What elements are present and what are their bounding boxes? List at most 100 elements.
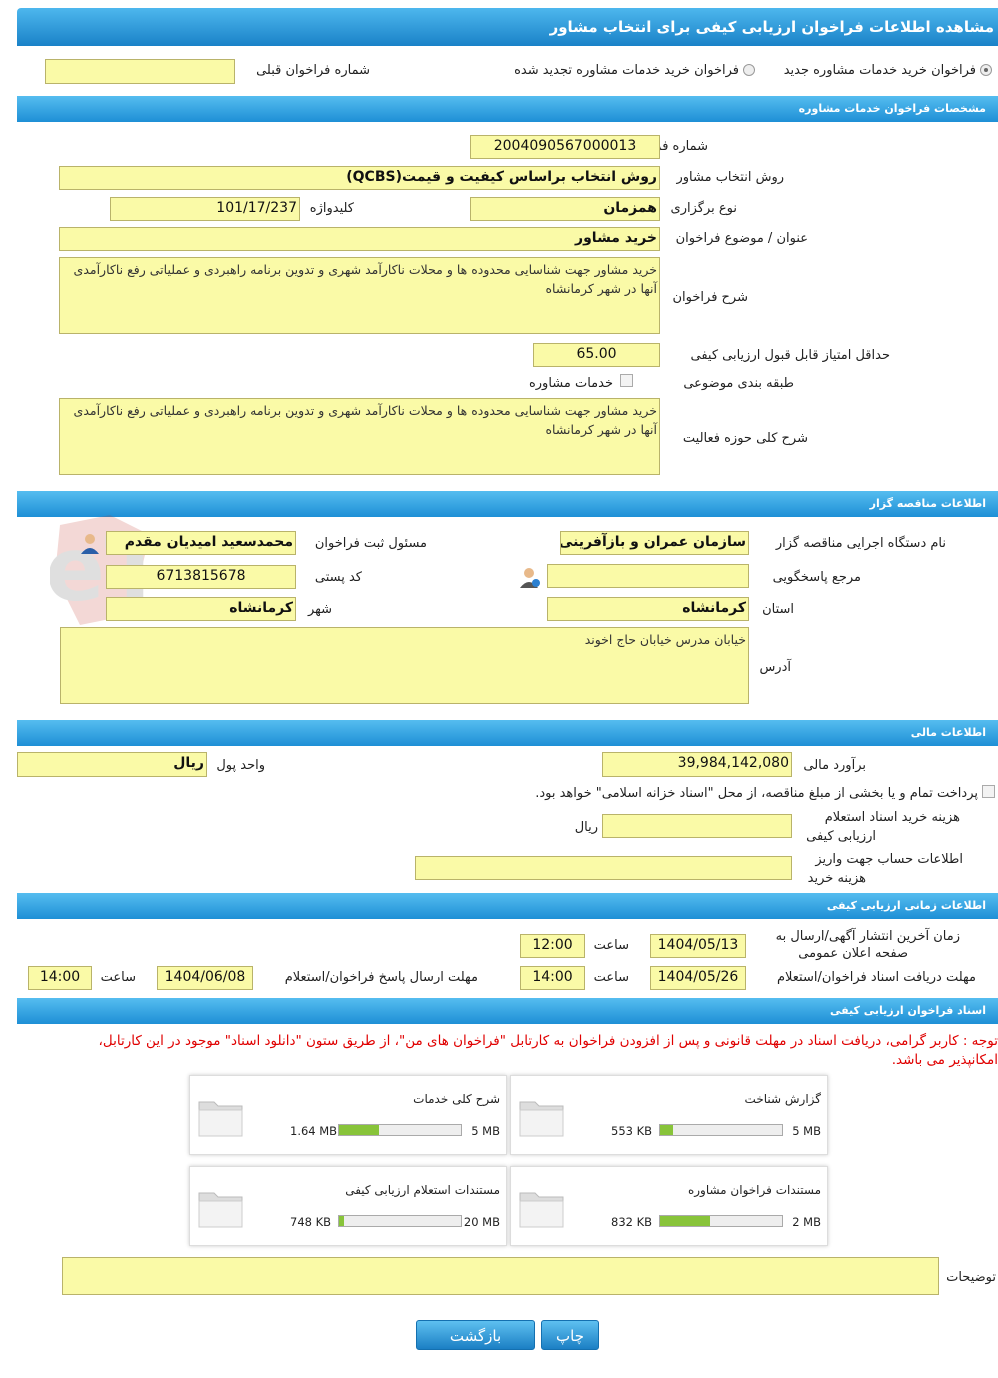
prev-number-label: شماره فراخوان قبلی [256,63,370,78]
min-score-field: 65.00 [533,343,660,367]
radio-new[interactable] [980,64,992,76]
treasury-text: پرداخت تمام و یا بخشی از مبلغ مناقصه، از… [535,786,978,801]
province-label: استان [762,602,794,617]
comments-field [62,1257,939,1295]
currency-field: ریال [17,752,207,777]
description-field: خرید مشاور جهت شناسایی محدوده ها و محلات… [59,257,660,334]
subject-field: خرید مشاور [59,227,660,251]
send-date-field: 1404/06/08 [157,966,253,990]
city-field: کرمانشاه [106,597,296,621]
doc-progress [659,1124,783,1136]
account-label-line1: اطلاعات حساب جهت واریز [815,852,963,867]
address-label: آدرس [759,660,791,675]
doc-size: 553 KB [611,1124,653,1138]
publish-label-line1: زمان آخرین انتشار آگهی/ارسال به [775,929,960,944]
account-label-line2: هزینه خرید [807,871,866,886]
section-timing: اطلاعات زمانی ارزیابی کیفی [17,893,998,919]
send-time-field: 14:00 [28,966,92,990]
account-field [415,856,792,880]
fee-label-line2: ارزیابی کیفی [806,829,876,844]
treasury-checkbox[interactable] [982,785,995,798]
category-value: خدمات مشاوره [528,376,613,391]
doc-title: شرح کلی خدمات [413,1092,500,1106]
folder-icon [198,1101,243,1137]
subject-label: عنوان / موضوع فراخوان [675,231,808,246]
receive-time-field: 14:00 [520,966,585,990]
doc-card-consulting[interactable]: مستندات فراخوان مشاوره 832 KB 2 MB [510,1166,828,1246]
radio-renewed-label: فراخوان خرید خدمات مشاوره تجدید شده [514,63,739,78]
radio-renewed[interactable] [743,64,755,76]
doc-title: مستندات استعلام ارزیابی کیفی [345,1183,500,1197]
folder-icon [519,1192,564,1228]
doc-max-size: 20 MB [463,1215,500,1229]
doc-progress [338,1215,462,1227]
section-documents: اسناد فراخوان ارزیابی کیفی [17,998,998,1024]
receive-label: مهلت دریافت اسناد فراخوان/استعلام [776,970,976,985]
org-field: سازمان عمران و بازآفرینی ش [560,531,749,555]
fee-field [602,814,792,838]
type-label: نوع برگزاری [670,201,737,216]
doc-title: گزارش شناخت [744,1092,821,1106]
doc-progress [338,1124,462,1136]
province-field: کرمانشاه [547,597,749,621]
send-label: مهلت ارسال پاسخ فراخوان/استعلام [284,970,478,985]
responsible-field: محمدسعید امیدیان مقدم [106,531,296,555]
keyword-label: کلیدواژه [309,201,354,216]
currency-label: واحد پول [216,758,265,773]
publish-time-field: 12:00 [520,934,585,958]
city-label: شهر [307,602,332,617]
doc-max-size: 2 MB [792,1215,821,1229]
publish-time-label: ساعت [593,938,629,953]
doc-max-size: 5 MB [792,1124,821,1138]
doc-size: 1.64 MB [290,1124,338,1138]
notice-line2: امکانپذیر می باشد. [891,1052,998,1068]
print-button[interactable]: چاپ [541,1320,599,1350]
category-checkbox[interactable] [620,374,633,387]
doc-card-services[interactable]: شرح کلی خدمات 1.64 MB 5 MB [189,1075,507,1155]
reference-label: مرجع پاسخگویی [772,570,861,585]
folder-icon [519,1101,564,1137]
send-time-label: ساعت [100,970,136,985]
description-label: شرح فراخوان [672,290,749,305]
receive-time-label: ساعت [593,970,629,985]
category-label: طبقه بندی موضوعی [683,376,794,391]
min-score-label: حداقل امتیاز قابل قبول ارزیابی کیفی [690,348,890,363]
doc-title: مستندات فراخوان مشاوره [687,1183,821,1197]
fee-unit: ریال [574,820,598,835]
fee-label-line1: هزینه خرید اسناد استعلام [824,810,960,825]
notice-line1: توجه : کاربر گرامی، دریافت اسناد در مهلت… [98,1033,998,1049]
folder-icon [198,1192,243,1228]
org-label: نام دستگاه اجرایی مناقصه گزار [775,536,946,551]
estimate-field: 39,984,142,080 [602,752,792,777]
scope-field: خرید مشاور جهت شناسایی محدوده ها و محلات… [59,398,660,475]
method-label: روش انتخاب مشاور [676,170,784,185]
publish-date-field: 1404/05/13 [650,934,746,958]
keyword-field: 101/17/237 [110,197,300,221]
method-field: روش انتخاب براساس کیفیت و قیمت(QCBS) [59,166,660,190]
doc-size: 832 KB [611,1215,653,1229]
estimate-label: برآورد مالی [803,758,866,773]
type-field: همزمان [470,197,660,221]
responsible-label: مسئول ثبت فراخوان [314,536,427,551]
user-info-icon[interactable] [519,566,541,588]
reference-field [547,564,749,588]
doc-size: 748 KB [290,1215,332,1229]
doc-max-size: 5 MB [471,1124,500,1138]
address-field: خیابان مدرس خیابان حاج اخوند [60,627,749,704]
doc-card-inquiry[interactable]: مستندات استعلام ارزیابی کیفی 748 KB 20 M… [189,1166,507,1246]
radio-new-label: فراخوان خرید خدمات مشاوره جدید [783,63,976,78]
scope-label: شرح کلی حوزه فعالیت [682,431,808,446]
back-button[interactable]: بازگشت [416,1320,535,1350]
user-icon[interactable] [79,532,101,554]
page-title: مشاهده اطلاعات فراخوان ارزیابی کیفی برای… [17,8,998,46]
section-consulting-spec: مشخصات فراخوان خدمات مشاوره [17,96,998,122]
publish-label-line2: صفحه اعلان عمومی [798,946,908,961]
postal-label: کد پستی [314,570,362,585]
receive-date-field: 1404/05/26 [650,966,746,990]
prev-number-field[interactable] [45,59,235,84]
doc-card-report[interactable]: گزارش شناخت 553 KB 5 MB [510,1075,828,1155]
doc-progress [659,1215,783,1227]
postal-field: 6713815678 [106,565,296,589]
comments-label: توضیحات [946,1270,996,1285]
call-number-field: 2004090567000013 [470,135,660,159]
